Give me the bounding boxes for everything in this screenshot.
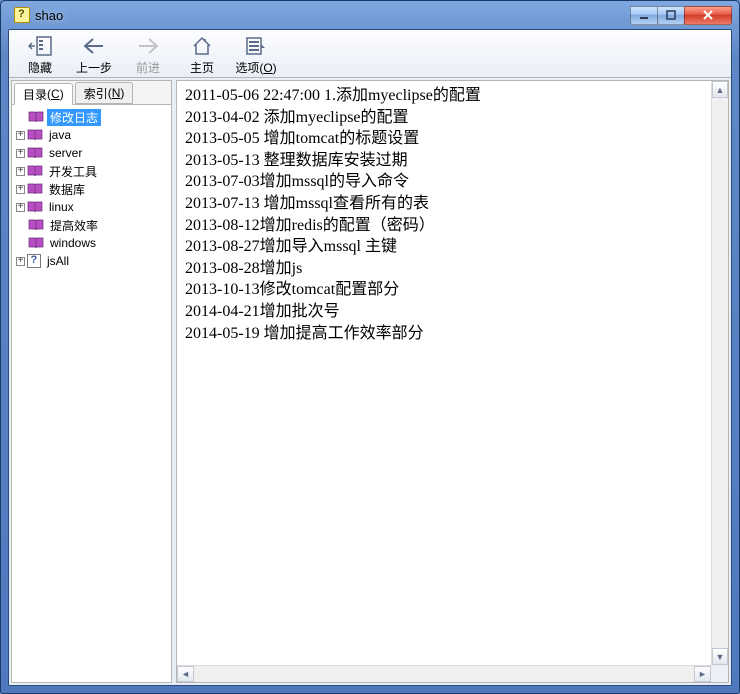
document-panel: 2011-05-06 22:47:00 1.添加myeclipse的配置2013… bbox=[176, 80, 729, 683]
document-line: 2013-05-13 整理数据库安装过期 bbox=[185, 150, 703, 172]
tree-item-label: 修改日志 bbox=[47, 109, 101, 126]
scroll-left-button[interactable]: ◄ bbox=[177, 666, 194, 682]
window-title: shao bbox=[35, 8, 631, 23]
minimize-button[interactable] bbox=[630, 6, 658, 25]
book-icon bbox=[27, 129, 43, 141]
scroll-corner bbox=[711, 665, 728, 682]
scroll-right-button[interactable]: ► bbox=[694, 666, 711, 682]
close-button[interactable] bbox=[684, 6, 732, 25]
book-icon bbox=[28, 237, 44, 249]
options-button[interactable]: 选项(O) bbox=[229, 32, 283, 77]
document-line: 2013-04-02 添加myeclipse的配置 bbox=[185, 107, 703, 129]
window-buttons bbox=[631, 6, 732, 25]
forward-button: 前进 bbox=[121, 32, 175, 77]
toolbar: 隐藏 上一步 前进 主页 bbox=[9, 30, 731, 78]
expand-icon[interactable] bbox=[16, 203, 25, 212]
tree-item[interactable]: server bbox=[14, 144, 169, 162]
tree-item-label: 数据库 bbox=[46, 181, 88, 198]
book-icon bbox=[27, 183, 43, 195]
scroll-up-button[interactable]: ▲ bbox=[712, 81, 728, 98]
expand-icon[interactable] bbox=[16, 131, 25, 140]
help-file-icon bbox=[14, 7, 30, 23]
book-icon bbox=[27, 147, 43, 159]
back-icon bbox=[83, 35, 105, 57]
forward-icon bbox=[137, 35, 159, 57]
tree-item-label: 提高效率 bbox=[47, 217, 101, 234]
vertical-scrollbar[interactable]: ▲ ▼ bbox=[711, 81, 728, 665]
document-line: 2013-08-12增加redis的配置（密码） bbox=[185, 215, 703, 237]
hide-nav-button[interactable]: 隐藏 bbox=[13, 32, 67, 77]
nav-tabs: 目录(C) 索引(N) bbox=[12, 81, 171, 105]
home-icon bbox=[191, 35, 213, 57]
tree-item[interactable]: 开发工具 bbox=[14, 162, 169, 180]
document-line: 2014-04-21增加批次号 bbox=[185, 301, 703, 323]
tree-item[interactable]: 提高效率 bbox=[14, 216, 169, 234]
tree-item[interactable]: 修改日志 bbox=[14, 108, 169, 126]
toc-tree[interactable]: 修改日志 java server 开发工具数据库 linux 提高效率 windows jsA… bbox=[12, 105, 171, 682]
tree-item[interactable]: jsAll bbox=[14, 252, 169, 270]
document-line: 2013-07-03增加mssql的导入命令 bbox=[185, 171, 703, 193]
options-icon bbox=[245, 35, 267, 57]
book-icon bbox=[27, 201, 43, 213]
tree-item-label: java bbox=[46, 128, 74, 142]
book-icon bbox=[28, 111, 44, 123]
expand-icon[interactable] bbox=[16, 149, 25, 158]
tree-item-label: 开发工具 bbox=[46, 163, 100, 180]
maximize-button[interactable] bbox=[657, 6, 685, 25]
navigation-panel: 目录(C) 索引(N) 修改日志 java server 开发工具数据库 linux 提高… bbox=[11, 80, 172, 683]
document-line: 2013-07-13 增加mssql查看所有的表 bbox=[185, 193, 703, 215]
tab-index[interactable]: 索引(N) bbox=[75, 82, 134, 104]
document-line: 2014-05-19 增加提高工作效率部分 bbox=[185, 323, 703, 345]
tree-item[interactable]: java bbox=[14, 126, 169, 144]
help-page-icon bbox=[27, 254, 41, 268]
expand-icon[interactable] bbox=[16, 185, 25, 194]
home-button[interactable]: 主页 bbox=[175, 32, 229, 77]
hide-icon bbox=[28, 35, 52, 57]
horizontal-scrollbar[interactable]: ◄ ► bbox=[177, 665, 711, 682]
document-line: 2011-05-06 22:47:00 1.添加myeclipse的配置 bbox=[185, 85, 703, 107]
tree-item-label: jsAll bbox=[44, 254, 72, 268]
expand-icon[interactable] bbox=[16, 167, 25, 176]
help-window: shao 隐藏 bbox=[0, 0, 740, 694]
tree-item[interactable]: 数据库 bbox=[14, 180, 169, 198]
content-row: 目录(C) 索引(N) 修改日志 java server 开发工具数据库 linux 提高… bbox=[9, 78, 731, 685]
tree-item-label: windows bbox=[47, 236, 99, 250]
tree-item-label: linux bbox=[46, 200, 77, 214]
tree-item[interactable]: windows bbox=[14, 234, 169, 252]
tree-item[interactable]: linux bbox=[14, 198, 169, 216]
titlebar[interactable]: shao bbox=[8, 1, 732, 29]
scroll-down-button[interactable]: ▼ bbox=[712, 648, 728, 665]
client-area: 隐藏 上一步 前进 主页 bbox=[8, 29, 732, 686]
tree-item-label: server bbox=[46, 146, 85, 160]
tab-contents[interactable]: 目录(C) bbox=[14, 83, 73, 105]
book-icon bbox=[27, 165, 43, 177]
back-button[interactable]: 上一步 bbox=[67, 32, 121, 77]
expand-icon[interactable] bbox=[16, 257, 25, 266]
document-line: 2013-05-05 增加tomcat的标题设置 bbox=[185, 128, 703, 150]
document-line: 2013-08-28增加js bbox=[185, 258, 703, 280]
document-line: 2013-08-27增加导入mssql 主键 bbox=[185, 236, 703, 258]
document-line: 2013-10-13修改tomcat配置部分 bbox=[185, 279, 703, 301]
book-icon bbox=[28, 219, 44, 231]
document-body[interactable]: 2011-05-06 22:47:00 1.添加myeclipse的配置2013… bbox=[177, 81, 711, 665]
